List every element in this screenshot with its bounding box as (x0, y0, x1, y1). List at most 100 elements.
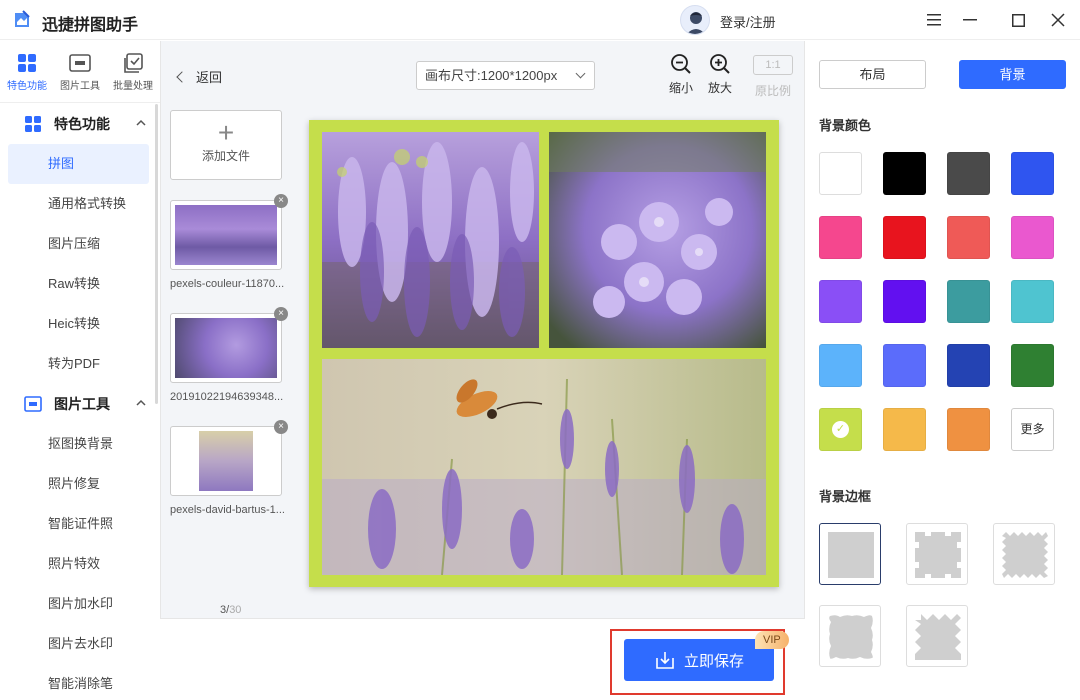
remove-file-icon[interactable]: × (274, 194, 288, 208)
file-count-total: 30 (229, 604, 242, 616)
border-preview (828, 532, 874, 578)
file-thumbnail[interactable] (170, 426, 282, 496)
color-swatch[interactable] (819, 280, 862, 323)
app-window: 迅捷拼图助手 登录/注册 特色功能 图片工具 批量处理 特色功能 拼图 通用格式… (0, 0, 1080, 700)
color-swatch[interactable] (819, 152, 862, 195)
save-now-button[interactable]: 立即保存 (624, 639, 774, 681)
login-link[interactable]: 登录/注册 (720, 12, 776, 31)
sidebar-item-repair[interactable]: 照片修复 (8, 464, 149, 504)
user-avatar[interactable] (680, 5, 710, 35)
maximize-icon[interactable] (1006, 8, 1030, 32)
color-swatch[interactable] (883, 408, 926, 451)
original-ratio-button[interactable]: 1:1 原比例 (753, 53, 793, 99)
border-preview-scallop (915, 614, 961, 660)
border-preview-zigzag (1002, 532, 1048, 578)
sidebar-item-remove-watermark[interactable]: 图片去水印 (8, 624, 149, 664)
menu-icon[interactable] (922, 8, 946, 32)
color-swatch[interactable] (947, 216, 990, 259)
remove-file-icon[interactable]: × (274, 307, 288, 321)
color-swatch[interactable] (1011, 152, 1054, 195)
zoom-out-button[interactable]: 缩小 (661, 53, 701, 96)
file-thumbnail[interactable] (170, 313, 282, 383)
collage-cell-wisteria[interactable] (322, 132, 539, 348)
file-thumbnail[interactable] (170, 200, 282, 270)
sidebar-group-label: 图片工具 (54, 396, 110, 412)
color-swatch[interactable] (883, 152, 926, 195)
canvas-size-select[interactable]: 画布尺寸:1200*1200px (416, 61, 595, 90)
color-swatch[interactable]: ✓ (819, 408, 862, 451)
border-style-none[interactable] (819, 523, 881, 585)
sidebar-item-compress[interactable]: 图片压缩 (8, 224, 149, 264)
bg-border-title: 背景边框 (819, 489, 872, 504)
phlox-photo (549, 132, 766, 348)
tab-features[interactable]: 特色功能 (2, 53, 52, 92)
tab-background[interactable]: 背景 (959, 60, 1066, 89)
sidebar-item-cutout[interactable]: 抠图换背景 (8, 424, 149, 464)
sidebar-item-add-watermark[interactable]: 图片加水印 (8, 584, 149, 624)
file-count-current: 3/ (220, 604, 230, 616)
add-file-button[interactable]: + 添加文件 (170, 110, 282, 180)
sidebar-item-id-photo[interactable]: 智能证件照 (8, 504, 149, 544)
sidebar-scrollbar[interactable] (155, 104, 158, 404)
color-swatch[interactable] (1011, 216, 1054, 259)
collage-canvas[interactable] (309, 120, 779, 587)
avatar-person-icon (686, 12, 706, 34)
tab-image-tools[interactable]: 图片工具 (55, 53, 105, 92)
zoom-out-icon (671, 54, 691, 74)
sidebar-item-raw[interactable]: Raw转换 (8, 264, 149, 304)
border-style-torn[interactable] (819, 605, 881, 667)
tab-batch[interactable]: 批量处理 (108, 53, 158, 92)
close-icon[interactable] (1046, 8, 1070, 32)
plus-icon: + (217, 117, 235, 148)
border-style-stamp[interactable] (906, 523, 968, 585)
zoom-in-button[interactable]: 放大 (700, 53, 740, 96)
more-colors-button[interactable]: 更多 (1011, 408, 1054, 451)
save-now-label: 立即保存 (683, 652, 744, 670)
collage-cell-phlox[interactable] (549, 132, 766, 348)
tab-features-label: 特色功能 (7, 81, 47, 92)
sidebar-item-pdf[interactable]: 转为PDF (8, 344, 149, 384)
sidebar-item-effects[interactable]: 照片特效 (8, 544, 149, 584)
check-icon: ✓ (832, 421, 849, 438)
color-swatch[interactable] (883, 344, 926, 387)
image-tool-icon (24, 396, 42, 412)
color-swatch[interactable] (947, 344, 990, 387)
border-style-zigzag[interactable] (993, 523, 1055, 585)
border-preview-stamp (915, 532, 961, 578)
left-tabs: 特色功能 图片工具 批量处理 (0, 41, 160, 103)
thumbnail-image (175, 318, 277, 378)
color-swatch[interactable] (947, 152, 990, 195)
sidebar-item-eraser[interactable]: 智能消除笔 (8, 664, 149, 700)
sidebar-item-collage[interactable]: 拼图 (8, 144, 149, 184)
batch-icon (124, 53, 143, 73)
color-swatch[interactable] (1011, 280, 1054, 323)
minimize-icon[interactable] (958, 8, 982, 32)
file-name: 20191022194639348... (170, 391, 284, 403)
color-swatch[interactable] (947, 280, 990, 323)
back-button[interactable]: 返回 (176, 67, 223, 86)
sidebar-item-heic[interactable]: Heic转换 (8, 304, 149, 344)
border-style-scallop[interactable] (906, 605, 968, 667)
add-file-label: 添加文件 (201, 149, 250, 163)
remove-file-icon[interactable]: × (274, 420, 288, 434)
collage-cell-lavender[interactable] (322, 359, 766, 575)
app-title: 迅捷拼图助手 (42, 17, 139, 34)
chevron-up-icon (136, 399, 146, 406)
sidebar-group-image-tools[interactable]: 图片工具 (0, 384, 158, 424)
file-name: pexels-david-bartus-1... (170, 504, 285, 516)
color-swatch[interactable] (1011, 344, 1054, 387)
file-name: pexels-couleur-11870... (170, 278, 285, 290)
tab-layout[interactable]: 布局 (819, 60, 926, 89)
color-swatch[interactable] (883, 280, 926, 323)
zoom-in-label: 放大 (707, 81, 732, 95)
sidebar-group-features[interactable]: 特色功能 (0, 104, 158, 144)
color-swatch[interactable] (819, 216, 862, 259)
title-bar: 迅捷拼图助手 登录/注册 (0, 0, 1080, 40)
color-swatch[interactable] (819, 344, 862, 387)
color-swatch[interactable] (883, 216, 926, 259)
zoom-in-icon (710, 54, 730, 74)
sidebar-item-format-convert[interactable]: 通用格式转换 (8, 184, 149, 224)
ratio-icon: 1:1 (753, 55, 793, 75)
color-swatch[interactable] (947, 408, 990, 451)
back-label: 返回 (196, 70, 223, 85)
